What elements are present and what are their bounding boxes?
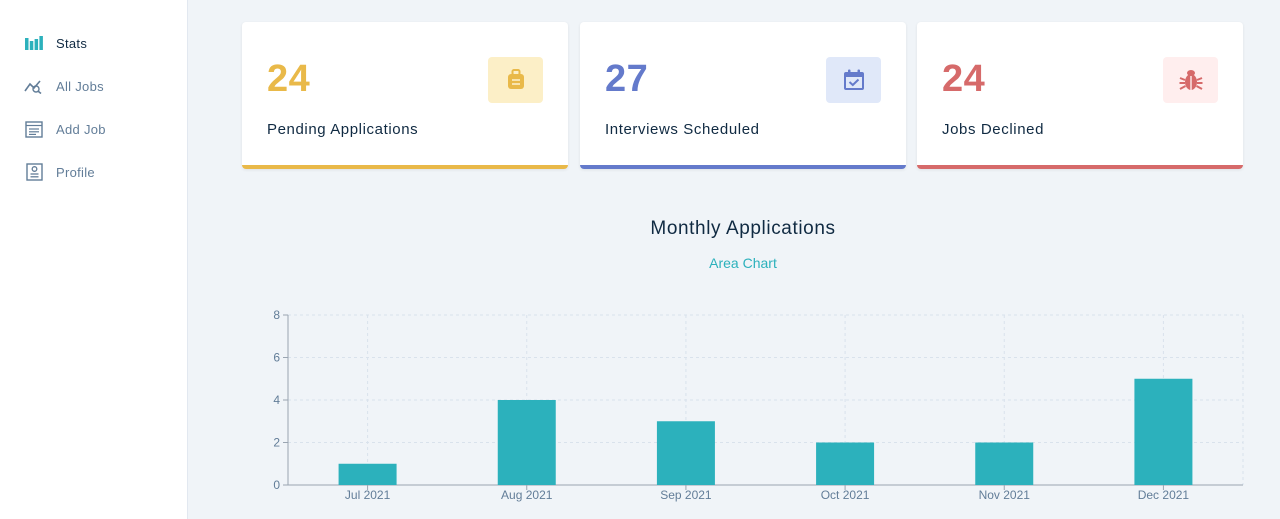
stat-card-interviews: 27 Interviews Scheduled	[580, 22, 906, 169]
x-tick-label: Jul 2021	[345, 488, 391, 502]
sidebar-item-label: All Jobs	[56, 78, 104, 94]
y-tick-label: 6	[273, 351, 280, 365]
stat-count: 24	[267, 58, 311, 100]
sidebar-item-label: Stats	[56, 35, 88, 51]
chart-title: Monthly Applications	[650, 218, 836, 239]
chart-bar	[975, 442, 1034, 485]
sidebar-item-add-job[interactable]: Add Job	[24, 119, 106, 139]
stat-accent-bar	[242, 165, 568, 169]
sidebar-item-all-jobs[interactable]: All Jobs	[24, 76, 104, 96]
chart-bar	[497, 400, 556, 485]
chart-bar	[656, 421, 715, 485]
y-tick-label: 8	[273, 308, 280, 322]
chart-bar	[338, 463, 397, 485]
stat-count: 24	[942, 58, 986, 100]
query-stats-icon	[24, 76, 44, 96]
form-icon	[24, 119, 44, 139]
bar-chart-icon	[24, 33, 44, 53]
y-tick-label: 0	[273, 478, 280, 492]
stat-card-pending: 24 Pending Applications	[242, 22, 568, 169]
stat-accent-bar	[917, 165, 1243, 169]
sidebar-item-stats[interactable]: Stats	[24, 33, 87, 53]
profile-icon	[24, 162, 44, 182]
chart-bar	[816, 442, 875, 485]
stat-label: Pending Applications	[267, 121, 419, 138]
calendar-check-icon	[826, 57, 881, 103]
stat-label: Interviews Scheduled	[605, 121, 760, 138]
main-content: 24 Pending Applications 27 Interviews Sc…	[188, 0, 1280, 519]
stat-count: 27	[605, 58, 649, 100]
bug-icon	[1163, 57, 1218, 103]
x-tick-label: Aug 2021	[501, 488, 553, 502]
chart-type-toggle-button[interactable]: Area Chart	[708, 255, 778, 271]
chart-bar	[1134, 378, 1193, 485]
suitcase-icon	[488, 57, 543, 103]
x-tick-label: Dec 2021	[1138, 488, 1190, 502]
y-tick-label: 2	[273, 436, 280, 450]
sidebar-item-label: Profile	[56, 164, 95, 180]
sidebar-item-label: Add Job	[56, 121, 106, 137]
x-tick-label: Oct 2021	[821, 488, 870, 502]
sidebar-item-profile[interactable]: Profile	[24, 162, 95, 182]
sidebar: Stats All Jobs Add Job Profile	[0, 0, 188, 519]
x-tick-label: Sep 2021	[660, 488, 712, 502]
stat-card-declined: 24 Jobs Declined	[917, 22, 1243, 169]
stat-accent-bar	[580, 165, 906, 169]
stat-label: Jobs Declined	[942, 121, 1045, 138]
y-tick-label: 4	[273, 393, 280, 407]
x-tick-label: Nov 2021	[979, 488, 1031, 502]
